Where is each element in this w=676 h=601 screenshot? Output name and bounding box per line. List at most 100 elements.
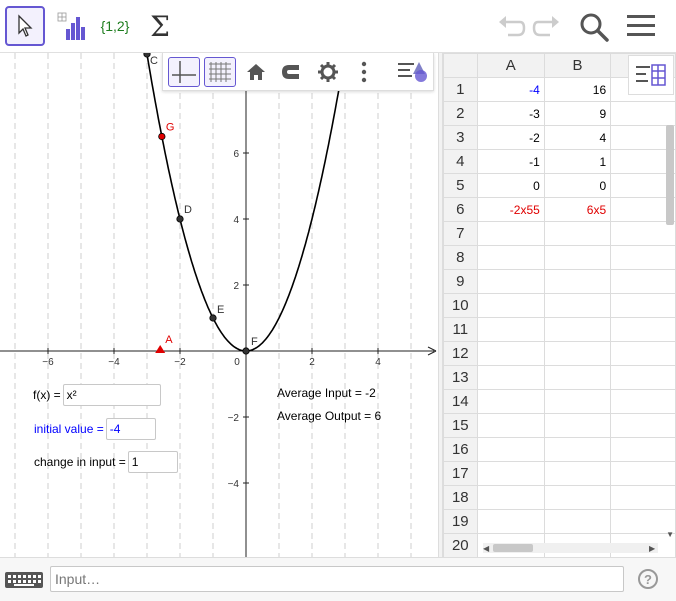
column-header-a[interactable]: A	[476, 53, 545, 78]
row-header[interactable]: 18	[443, 485, 478, 510]
cell-a[interactable]	[476, 293, 545, 318]
standard-view-button[interactable]	[240, 57, 272, 87]
row-header[interactable]: 16	[443, 437, 478, 462]
cell-a[interactable]	[476, 341, 545, 366]
point-g-marker[interactable]	[158, 132, 166, 141]
one-variable-analysis-button[interactable]	[51, 6, 91, 46]
point-capturing-button[interactable]	[276, 57, 308, 87]
cell-c[interactable]	[610, 461, 676, 486]
row-header[interactable]: 9	[443, 269, 478, 294]
cell-c[interactable]	[610, 317, 676, 342]
cell-c[interactable]	[610, 365, 676, 390]
cell-b[interactable]	[543, 485, 612, 510]
cell-a[interactable]	[476, 317, 545, 342]
row-header[interactable]: 12	[443, 341, 478, 366]
algebra-input-field[interactable]: Input…	[50, 566, 624, 592]
cell-b[interactable]	[543, 245, 612, 270]
row-header[interactable]: 10	[443, 293, 478, 318]
cell-b[interactable]: 9	[543, 101, 612, 126]
cell-b[interactable]	[543, 317, 612, 342]
point-e-marker[interactable]	[209, 314, 217, 322]
cell-b[interactable]	[543, 437, 612, 462]
cell-a[interactable]	[476, 485, 545, 510]
cell-b[interactable]	[543, 269, 612, 294]
cell-c[interactable]	[610, 269, 676, 294]
cell-c[interactable]	[610, 341, 676, 366]
row-header[interactable]: 3	[443, 125, 478, 150]
horizontal-scrollbar[interactable]	[483, 543, 658, 553]
cell-b[interactable]	[543, 509, 612, 534]
cell-c[interactable]	[610, 437, 676, 462]
graphics-view[interactable]: −6 −4 −2 0 2 4 6 4 2 −2 −4 ACDEFG f(x) =…	[0, 53, 438, 557]
row-header[interactable]: 15	[443, 413, 478, 438]
column-header-b[interactable]: B	[543, 53, 612, 78]
cell-b[interactable]	[543, 461, 612, 486]
point-f-marker[interactable]	[242, 347, 250, 355]
cell-a[interactable]	[476, 269, 545, 294]
cell-b[interactable]: 1	[543, 149, 612, 174]
row-header[interactable]: 17	[443, 461, 478, 486]
cell-b[interactable]: 16	[543, 77, 612, 102]
create-list-button[interactable]: {1,2}	[95, 6, 135, 46]
cell-a[interactable]	[476, 461, 545, 486]
cell-a[interactable]: -2	[476, 125, 545, 150]
cell-c[interactable]	[610, 245, 676, 270]
cell-a[interactable]: -1	[476, 149, 545, 174]
move-tool-button[interactable]	[5, 6, 45, 46]
cell-b[interactable]	[543, 341, 612, 366]
cell-c[interactable]	[610, 485, 676, 510]
row-header[interactable]: 7	[443, 221, 478, 246]
graph-canvas[interactable]: −6 −4 −2 0 2 4 6 4 2 −2 −4 A C D E F G	[0, 53, 438, 557]
cell-a[interactable]	[476, 437, 545, 462]
search-button[interactable]	[578, 11, 610, 48]
vertical-scrollbar[interactable]	[666, 125, 674, 225]
cell-b[interactable]: 6x5	[543, 197, 612, 222]
virtual-keyboard-button[interactable]	[0, 567, 48, 593]
scroll-down-icon[interactable]: ▼	[666, 530, 674, 539]
help-button[interactable]: ?	[638, 569, 658, 589]
toggle-style-bar-button[interactable]	[397, 57, 429, 87]
cell-a[interactable]	[476, 221, 545, 246]
row-header[interactable]: 13	[443, 365, 478, 390]
cell-a[interactable]: -2x55	[476, 197, 545, 222]
cell-c[interactable]	[610, 221, 676, 246]
main-menu-button[interactable]	[626, 13, 656, 44]
cell-a[interactable]	[476, 245, 545, 270]
undo-button[interactable]	[496, 14, 526, 45]
row-header[interactable]: 4	[443, 149, 478, 174]
cell-c[interactable]	[610, 389, 676, 414]
cell-b[interactable]: 4	[543, 125, 612, 150]
show-grid-toggle[interactable]	[204, 56, 236, 87]
point-d-marker[interactable]	[176, 215, 184, 223]
cell-c[interactable]	[610, 413, 676, 438]
cell-a[interactable]	[476, 413, 545, 438]
more-options-button[interactable]	[348, 57, 380, 87]
cell-a[interactable]	[476, 365, 545, 390]
row-header[interactable]: 5	[443, 173, 478, 198]
row-header[interactable]: 20	[443, 533, 478, 557]
cell-c[interactable]	[610, 101, 676, 126]
scroll-left-icon[interactable]: ◀	[483, 544, 489, 553]
row-header[interactable]: 8	[443, 245, 478, 270]
cell-c[interactable]	[610, 293, 676, 318]
cell-a[interactable]	[476, 389, 545, 414]
cell-a[interactable]: -3	[476, 101, 545, 126]
row-header[interactable]: 14	[443, 389, 478, 414]
cell-b[interactable]: 0	[543, 173, 612, 198]
cell-b[interactable]	[543, 221, 612, 246]
cell-a[interactable]: 0	[476, 173, 545, 198]
redo-button[interactable]	[532, 14, 562, 45]
initial-value-input[interactable]: -4	[105, 418, 156, 440]
function-input[interactable]: x²	[62, 384, 161, 406]
show-axes-toggle[interactable]	[168, 56, 200, 87]
row-header[interactable]: 19	[443, 509, 478, 534]
spreadsheet-view[interactable]: A B 1 -4 16 2 -3 9 3 -2 4 4 -1 1 5 0 0 6 -2x55 6x5 7 8 9 10 11…	[443, 53, 676, 557]
scroll-right-icon[interactable]: ▶	[649, 544, 655, 553]
graphics-settings-button[interactable]	[312, 57, 344, 87]
spreadsheet-style-bar-toggle[interactable]	[628, 55, 674, 95]
horizontal-scroll-thumb[interactable]	[493, 544, 533, 552]
change-input-field[interactable]: 1	[127, 451, 178, 473]
sum-button[interactable]: Σ	[140, 6, 180, 46]
cell-b[interactable]	[543, 365, 612, 390]
point-a-marker[interactable]	[155, 345, 166, 353]
